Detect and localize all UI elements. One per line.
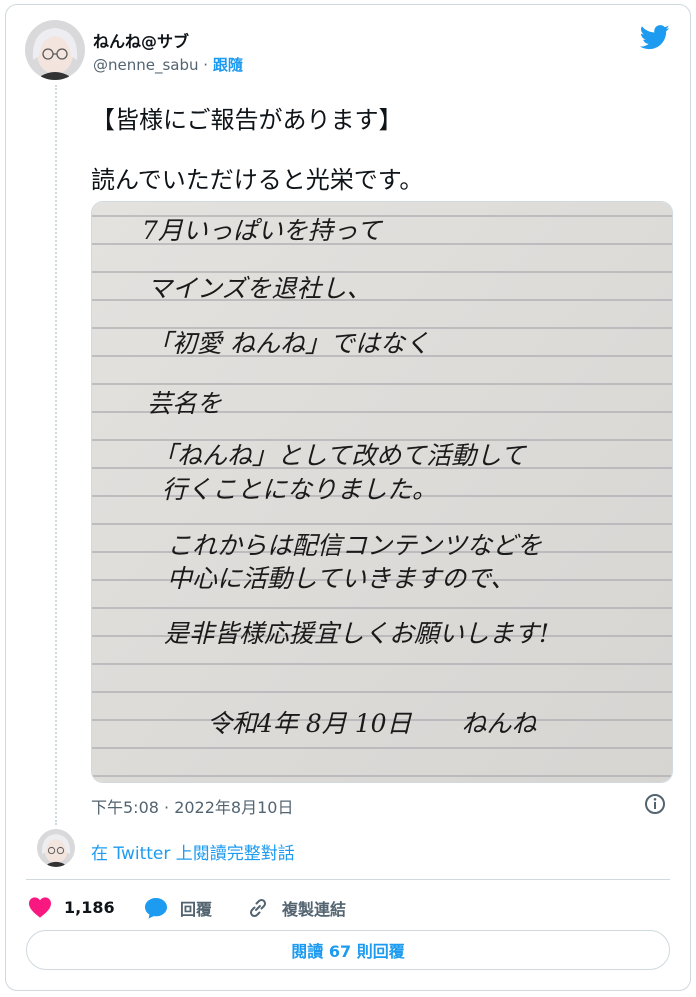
note-line-7: これからは配信コンテンツなどを [167, 531, 542, 560]
tweet-card: ねんね@サブ @nenne_sabu · 跟隨 【皆様にご報告があります】 読ん… [5, 4, 691, 991]
note-line-4: 芸名を [147, 389, 222, 418]
note-line-3: 「初愛 ねんね」ではなく [147, 329, 430, 358]
thread-line [55, 85, 57, 825]
tweet-text-line-1: 【皆様にご報告があります】 [91, 106, 403, 134]
tweet-timestamp[interactable]: 下午5:08 · 2022年8月10日 [91, 794, 293, 818]
reply-label: 回覆 [180, 900, 213, 919]
link-icon [249, 898, 267, 918]
tweet-text-line-2: 読んでいただけると光栄です。 [91, 166, 424, 194]
read-replies-button[interactable]: 閱讀 67 則回覆 [26, 930, 670, 970]
heart-icon [29, 897, 51, 918]
handle-row: @nenne_sabu · 跟隨 [93, 54, 243, 75]
copy-link-button[interactable]: 複製連結 [246, 896, 346, 920]
user-handle[interactable]: @nenne_sabu [93, 56, 199, 74]
tweet-photo[interactable]: 7月いっぱいを持って マインズを退社し、 「初愛 ねんね」ではなく 芸名を 「ね… [91, 201, 673, 783]
note-line-5: 「ねんね」として改めて活動して [152, 441, 528, 470]
read-full-conversation-link[interactable]: 在 Twitter 上閱讀完整對話 [91, 839, 295, 864]
note-line-6: 行くことになりました。 [162, 475, 437, 504]
info-icon[interactable] [644, 793, 666, 819]
thread-avatar[interactable] [37, 829, 75, 867]
twitter-bird-icon[interactable] [639, 25, 670, 54]
reply-button[interactable]: 回覆 [144, 896, 212, 920]
divider [26, 879, 670, 880]
note-line-10: 令和4年 8月 10日 ねんね [207, 709, 538, 738]
copy-link-label: 複製連結 [282, 900, 347, 919]
note-line-1: 7月いっぱいを持って [142, 216, 384, 245]
separator: · [203, 56, 209, 74]
reply-bubble-icon [145, 898, 167, 919]
note-line-9: 是非皆様応援宜しくお願いします! [164, 619, 549, 648]
display-name[interactable]: ねんね@サブ [93, 28, 189, 52]
avatar[interactable] [25, 20, 85, 80]
follow-button[interactable]: 跟隨 [213, 56, 243, 74]
like-button[interactable]: 1,186 [28, 896, 115, 918]
note-line-2: マインズを退社し、 [147, 274, 372, 303]
note-line-8: 中心に活動していきますので、 [167, 564, 515, 593]
like-count: 1,186 [64, 897, 115, 917]
